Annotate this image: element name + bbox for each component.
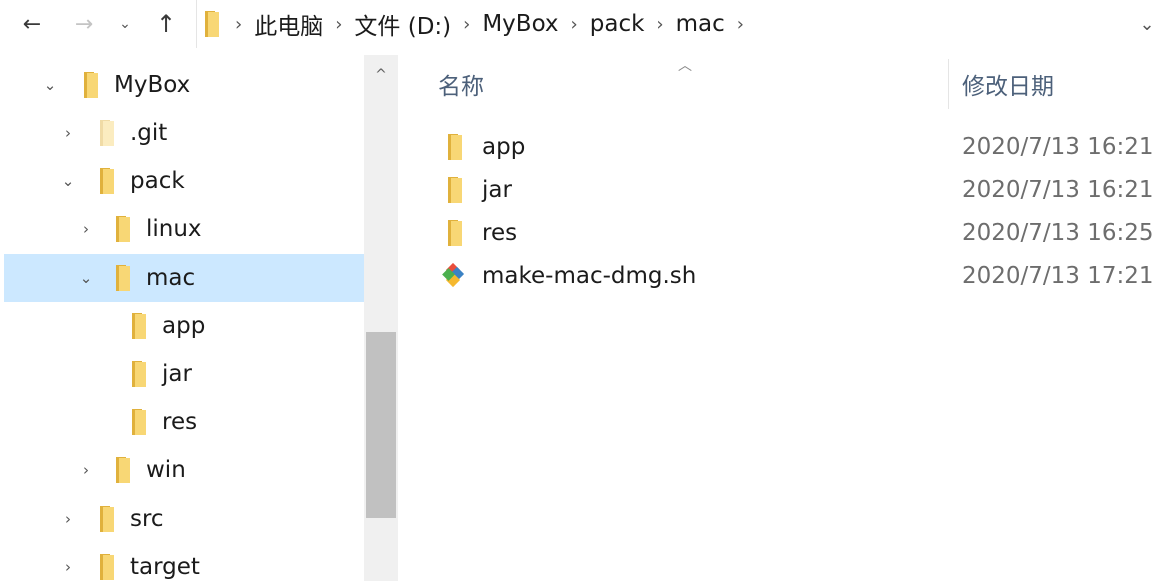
address-bar: ← → ⌄ ↑ › 此电脑 › 文件 (D:) › MyBox › pack ›… bbox=[0, 0, 1172, 50]
tree-item-label: mac bbox=[146, 265, 196, 291]
chevron-right-icon[interactable]: › bbox=[58, 123, 78, 143]
folder-icon bbox=[205, 11, 219, 37]
column-header-date[interactable]: 修改日期 bbox=[962, 55, 1054, 113]
file-name: jar bbox=[482, 177, 512, 203]
breadcrumb-separator: › bbox=[235, 13, 243, 35]
breadcrumb-mybox[interactable]: MyBox bbox=[482, 11, 558, 37]
tree-item-app[interactable]: app bbox=[4, 302, 364, 350]
recent-locations-button[interactable]: ⌄ bbox=[110, 6, 140, 42]
folder-icon bbox=[100, 168, 114, 194]
address-dropdown-button[interactable]: ⌄ bbox=[1132, 10, 1162, 38]
navigation-pane[interactable]: ⌄ MyBox › .git ⌄ pack › linux ⌄ mac app … bbox=[0, 55, 398, 581]
folder-icon bbox=[132, 361, 146, 387]
folder-icon bbox=[132, 409, 146, 435]
folder-icon bbox=[448, 134, 462, 160]
tree-item-label: MyBox bbox=[114, 72, 191, 98]
tree-item-label: win bbox=[146, 457, 186, 483]
tree-item-label: linux bbox=[146, 216, 202, 242]
file-name: res bbox=[482, 220, 518, 246]
tree-item-target[interactable]: › target bbox=[4, 543, 364, 581]
folder-icon bbox=[448, 177, 462, 203]
chevron-right-icon[interactable]: › bbox=[58, 509, 78, 529]
tree-item-res[interactable]: res bbox=[4, 398, 364, 446]
file-name: app bbox=[482, 134, 526, 160]
breadcrumb-separator[interactable]: › bbox=[335, 14, 342, 35]
tree-item-label: src bbox=[130, 506, 164, 532]
sort-ascending-icon: ︿ bbox=[678, 58, 692, 74]
forward-button[interactable]: → bbox=[66, 6, 102, 42]
tree-item-label: pack bbox=[130, 168, 185, 194]
tree-item-label: res bbox=[162, 409, 198, 435]
file-row-res[interactable]: res 2020/7/13 16:25 bbox=[428, 212, 1172, 254]
breadcrumb-separator[interactable]: › bbox=[656, 14, 663, 35]
chevron-down-icon[interactable]: ⌄ bbox=[58, 171, 78, 191]
folder-icon bbox=[116, 457, 130, 483]
file-date: 2020/7/13 17:21 bbox=[962, 263, 1154, 289]
tree-item-label: jar bbox=[162, 361, 192, 387]
folder-icon bbox=[116, 265, 130, 291]
file-name: make-mac-dmg.sh bbox=[482, 263, 697, 289]
tree-item-git[interactable]: › .git bbox=[4, 109, 364, 157]
tree-item-mybox[interactable]: ⌄ MyBox bbox=[4, 61, 364, 109]
chevron-right-icon[interactable]: › bbox=[76, 219, 96, 239]
back-button[interactable]: ← bbox=[14, 6, 50, 42]
column-divider[interactable] bbox=[948, 59, 949, 109]
chevron-down-icon[interactable]: ⌄ bbox=[40, 75, 60, 95]
hidden-folder-icon bbox=[100, 120, 114, 146]
breadcrumb-separator[interactable]: › bbox=[571, 14, 578, 35]
chevron-down-icon[interactable]: ⌄ bbox=[76, 268, 96, 288]
tree-item-src[interactable]: › src bbox=[4, 495, 364, 543]
file-date: 2020/7/13 16:25 bbox=[962, 220, 1154, 246]
breadcrumb-separator[interactable]: › bbox=[463, 14, 470, 35]
folder-icon bbox=[132, 313, 146, 339]
up-button[interactable]: ↑ bbox=[148, 6, 184, 42]
breadcrumb-drive-d[interactable]: 文件 (D:) bbox=[354, 7, 451, 41]
tree-item-linux[interactable]: › linux bbox=[4, 205, 364, 253]
git-script-icon bbox=[442, 263, 465, 288]
file-date: 2020/7/13 16:21 bbox=[962, 177, 1154, 203]
folder-icon bbox=[100, 554, 114, 580]
tree-item-win[interactable]: › win bbox=[4, 446, 364, 494]
chevron-right-icon[interactable]: › bbox=[76, 460, 96, 480]
tree-item-pack[interactable]: ⌄ pack bbox=[4, 157, 364, 205]
folder-icon bbox=[448, 220, 462, 246]
file-list[interactable]: ︿ 名称 修改日期 app 2020/7/13 16:21 jar 2020/7… bbox=[398, 55, 1172, 581]
breadcrumb[interactable]: › 此电脑 › 文件 (D:) › MyBox › pack › mac › bbox=[196, 0, 1112, 48]
folder-icon bbox=[84, 72, 98, 98]
tree-item-mac[interactable]: ⌄ mac bbox=[4, 254, 364, 302]
file-row-jar[interactable]: jar 2020/7/13 16:21 bbox=[428, 169, 1172, 211]
breadcrumb-mac[interactable]: mac bbox=[676, 11, 725, 37]
file-row-app[interactable]: app 2020/7/13 16:21 bbox=[428, 126, 1172, 168]
file-date: 2020/7/13 16:21 bbox=[962, 134, 1154, 160]
nav-scrollbar[interactable]: ^ bbox=[364, 55, 398, 581]
folder-icon bbox=[100, 506, 114, 532]
scrollbar-thumb[interactable] bbox=[366, 332, 396, 518]
file-row-make-mac-dmg[interactable]: make-mac-dmg.sh 2020/7/13 17:21 bbox=[428, 255, 1172, 297]
tree-item-label: .git bbox=[130, 120, 168, 146]
scroll-up-button[interactable]: ^ bbox=[364, 63, 398, 87]
column-header-name[interactable]: 名称 bbox=[438, 55, 484, 113]
tree-item-label: app bbox=[162, 313, 206, 339]
breadcrumb-this-pc[interactable]: 此电脑 bbox=[254, 7, 323, 41]
chevron-right-icon[interactable]: › bbox=[58, 557, 78, 577]
breadcrumb-separator[interactable]: › bbox=[737, 14, 744, 35]
folder-icon bbox=[116, 216, 130, 242]
breadcrumb-pack[interactable]: pack bbox=[590, 11, 645, 37]
tree-item-label: target bbox=[130, 554, 200, 580]
tree-item-jar[interactable]: jar bbox=[4, 350, 364, 398]
